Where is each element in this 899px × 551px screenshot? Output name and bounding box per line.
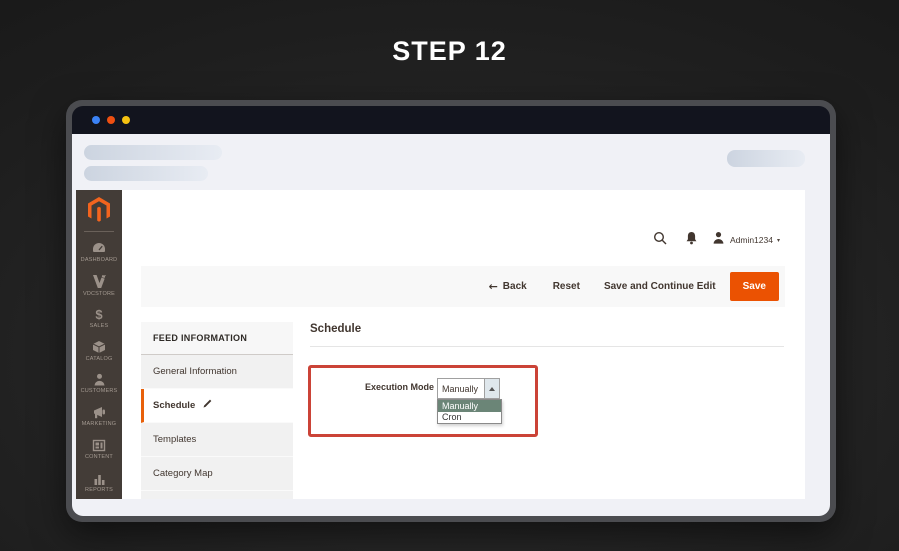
action-toolbar: ← Back Reset Save and Continue Edit Save — [141, 266, 785, 307]
sidebar-item-label: SALES — [89, 322, 109, 329]
window-dot-yellow[interactable] — [122, 116, 130, 124]
browser-titlebar — [72, 106, 830, 134]
magento-admin-screenshot: DASHBOARD VDCSTORE $ SALES CATALOG CUSTO… — [76, 190, 805, 499]
sidebar-item-catalog[interactable]: CATALOG — [76, 335, 122, 368]
sidebar-item-label: CONTENT — [85, 454, 113, 461]
magento-logo-icon[interactable] — [87, 195, 111, 225]
chevron-down-icon[interactable]: ▾ — [777, 237, 780, 244]
skeleton-bar — [84, 166, 208, 181]
content-icon — [92, 439, 106, 452]
sidebar-item-label: REPORTS — [85, 486, 113, 493]
sidebar-item-marketing[interactable]: MARKETING — [76, 400, 122, 433]
notifications-bell-icon[interactable] — [685, 231, 698, 250]
select-arrow-button[interactable] — [485, 378, 500, 399]
back-button[interactable]: ← Back — [489, 280, 527, 293]
admin-sidebar: DASHBOARD VDCSTORE $ SALES CATALOG CUSTO… — [76, 190, 122, 499]
sidebar-item-sales[interactable]: $ SALES — [76, 302, 122, 335]
nav-item-general-information[interactable]: General Information — [141, 355, 293, 389]
back-arrow-icon: ← — [488, 280, 498, 293]
nav-item-templates[interactable]: Templates — [141, 423, 293, 457]
nav-item-schedule[interactable]: Schedule — [141, 389, 293, 423]
sidebar-item-label: CUSTOMERS — [80, 388, 118, 395]
user-avatar-icon[interactable] — [712, 231, 725, 249]
sidebar-item-vdcstore[interactable]: VDCSTORE — [76, 269, 122, 302]
dropdown-option-cron[interactable]: Cron — [438, 412, 501, 424]
sidebar-item-reports[interactable]: REPORTS — [76, 466, 122, 499]
marketing-icon — [92, 406, 106, 419]
window-dot-red[interactable] — [107, 116, 115, 124]
page-title: Schedule — [310, 323, 362, 335]
edit-pencil-icon — [202, 399, 212, 412]
sidebar-item-label: DASHBOARD — [80, 256, 118, 263]
execution-mode-select[interactable]: Manually — [437, 378, 500, 399]
dropdown-option-manually[interactable]: Manually — [438, 400, 501, 412]
browser-window: DASHBOARD VDCSTORE $ SALES CATALOG CUSTO… — [66, 100, 836, 522]
sidebar-item-label: CATALOG — [85, 356, 113, 362]
dashboard-icon — [92, 242, 106, 255]
search-icon[interactable] — [653, 231, 667, 250]
sidebar-item-dashboard[interactable]: DASHBOARD — [76, 236, 122, 269]
nav-item-category-map[interactable]: Category Map — [141, 457, 293, 491]
sidebar-item-content[interactable]: CONTENT — [76, 433, 122, 466]
feed-information-title: FEED INFORMATION — [141, 322, 293, 355]
feed-information-panel: FEED INFORMATION General Information Sch… — [141, 322, 293, 499]
save-and-continue-button[interactable]: Save and Continue Edit — [604, 281, 716, 292]
back-label: Back — [502, 281, 527, 292]
nav-item-label: Schedule — [153, 400, 196, 411]
admin-header: Admin1234 ▾ — [653, 231, 780, 250]
sidebar-item-label: MARKETING — [81, 421, 117, 428]
reset-button[interactable]: Reset — [553, 281, 580, 292]
reports-icon — [93, 473, 106, 485]
sidebar-divider — [84, 230, 114, 232]
save-button[interactable]: Save — [729, 272, 779, 301]
skeleton-bar — [727, 150, 805, 167]
execution-mode-label: Execution Mode — [364, 382, 434, 392]
vdcstore-icon — [92, 274, 107, 289]
step-title: STEP 12 — [392, 36, 507, 66]
customers-icon — [93, 373, 106, 386]
heading-divider — [310, 346, 784, 347]
window-dot-blue[interactable] — [92, 116, 100, 124]
execution-mode-dropdown: Manually Cron — [437, 399, 502, 424]
browser-viewport: DASHBOARD VDCSTORE $ SALES CATALOG CUSTO… — [72, 134, 830, 516]
admin-username[interactable]: Admin1234 — [730, 235, 773, 245]
tutorial-highlight-box — [308, 365, 538, 437]
sales-icon: $ — [95, 306, 103, 322]
select-current-value: Manually — [437, 378, 485, 399]
skeleton-bar — [84, 145, 222, 160]
catalog-icon — [92, 340, 106, 354]
sidebar-item-customers[interactable]: CUSTOMERS — [76, 367, 122, 400]
triangle-up-icon — [489, 386, 495, 391]
sidebar-item-label: VDCSTORE — [82, 290, 116, 297]
